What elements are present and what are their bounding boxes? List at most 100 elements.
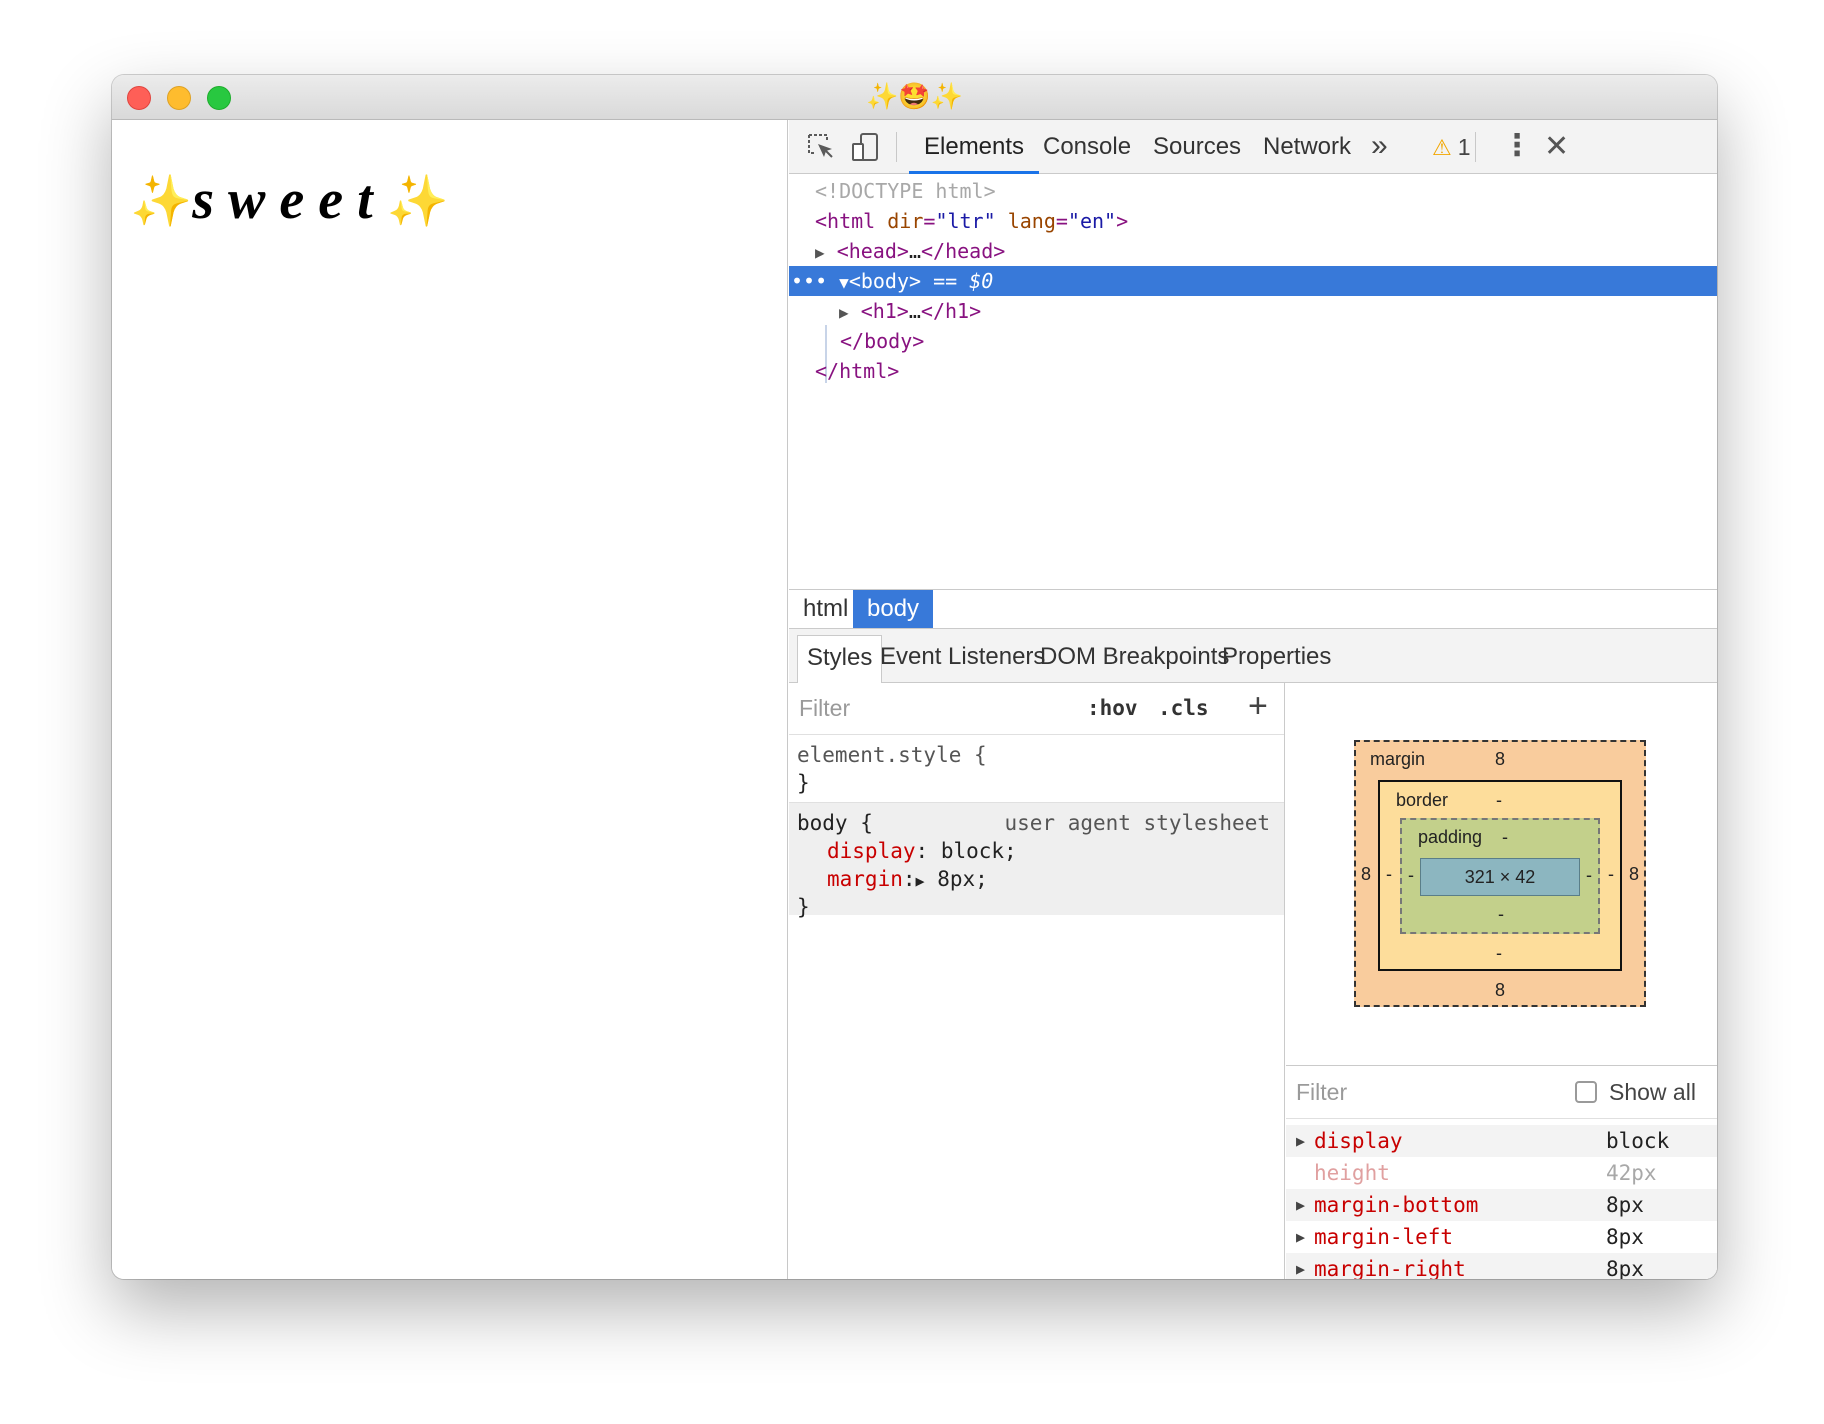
- margin-right-value[interactable]: 8: [1629, 864, 1639, 885]
- title-bar: ✨🤩✨: [112, 75, 1717, 120]
- device-toolbar-icon[interactable]: [849, 131, 881, 163]
- styles-filter-bar: Filter :hov .cls +: [789, 683, 1284, 735]
- tab-network[interactable]: Network: [1263, 120, 1351, 174]
- padding-left-value[interactable]: -: [1408, 865, 1414, 886]
- element-style-rule: element.style { }: [789, 735, 1284, 803]
- computed-property-value: 8px: [1606, 1193, 1644, 1217]
- hover-state-toggle[interactable]: :hov: [1087, 683, 1138, 733]
- dir-attribute: dir: [887, 209, 924, 233]
- border-top-value[interactable]: -: [1496, 790, 1502, 811]
- show-all-checkbox[interactable]: [1575, 1081, 1597, 1103]
- inspect-element-icon[interactable]: [805, 131, 837, 163]
- toolbar-divider: [1475, 132, 1476, 162]
- margin-left-value[interactable]: 8: [1361, 864, 1371, 885]
- computed-filter-input[interactable]: Filter: [1296, 1066, 1347, 1118]
- box-model-content[interactable]: 321 × 42: [1420, 858, 1580, 896]
- html-bracket: >: [1116, 209, 1129, 233]
- dom-node-doctype[interactable]: <!DOCTYPE html>: [789, 176, 1717, 206]
- box-model-diagram: margin 8 8 8 8 border - - - - padding -: [1354, 740, 1646, 1007]
- dom-tree: <!DOCTYPE html> <html dir="ltr" lang="en…: [789, 174, 1717, 589]
- dom-node-body-close[interactable]: </body>: [789, 326, 1717, 356]
- collapse-caret-icon[interactable]: ▼: [839, 273, 849, 292]
- padding-bottom-value[interactable]: -: [1498, 904, 1504, 925]
- computed-row[interactable]: ▶ margin-left 8px: [1286, 1221, 1717, 1253]
- dom-node-html-close[interactable]: </html>: [789, 356, 1717, 386]
- element-style-line: element.style {: [797, 741, 1276, 769]
- expand-caret-icon[interactable]: ▶: [839, 303, 849, 322]
- computed-row[interactable]: height 42px: [1286, 1157, 1717, 1189]
- warnings-counter[interactable]: ⚠ 1: [1432, 120, 1471, 174]
- margin-bottom-value[interactable]: 8: [1495, 980, 1505, 1001]
- border-left-value[interactable]: -: [1386, 864, 1392, 885]
- margin-property[interactable]: margin: [827, 867, 903, 891]
- styles-filter-input[interactable]: Filter: [799, 683, 850, 733]
- doctype-text: <!DOCTYPE html>: [815, 179, 996, 203]
- tab-console[interactable]: Console: [1043, 120, 1131, 174]
- element-style-selector[interactable]: element.style {: [797, 743, 987, 767]
- more-tabs-icon[interactable]: »: [1371, 120, 1388, 174]
- border-right-value[interactable]: -: [1608, 864, 1614, 885]
- new-rule-icon[interactable]: +: [1248, 683, 1268, 729]
- close-brace: }: [797, 895, 810, 919]
- padding-right-value[interactable]: -: [1586, 865, 1592, 886]
- padding-top-value[interactable]: -: [1502, 827, 1508, 848]
- more-options-icon[interactable]: ⋮: [1502, 120, 1532, 174]
- dom-node-head[interactable]: ▶ <head>…</head>: [789, 236, 1717, 266]
- margin-top-value[interactable]: 8: [1495, 749, 1505, 770]
- page-viewport: ✨sweet✨: [112, 120, 788, 1279]
- sparkle-icon: ✨: [386, 172, 449, 230]
- margin-value[interactable]: 8px;: [937, 867, 988, 891]
- computed-property-value: block: [1606, 1129, 1670, 1153]
- sidebar-tabs: Styles Event Listeners DOM Breakpoints P…: [789, 629, 1717, 683]
- computed-row[interactable]: ▶ margin-bottom 8px: [1286, 1189, 1717, 1221]
- margin-declaration: margin:▶ 8px;: [827, 867, 988, 891]
- computed-property-name: margin-left: [1314, 1225, 1454, 1249]
- close-devtools-icon[interactable]: ✕: [1544, 120, 1569, 174]
- expand-caret-icon[interactable]: ▶: [916, 872, 925, 890]
- body-open-tag: <body>: [848, 269, 922, 293]
- expand-caret-icon[interactable]: ▶: [1296, 1221, 1305, 1253]
- heading-text: sweet: [192, 169, 387, 231]
- expand-caret-icon[interactable]: ▶: [1296, 1125, 1305, 1157]
- h1-open-tag: <h1>: [860, 299, 909, 323]
- breadcrumb-body[interactable]: body: [853, 590, 934, 628]
- tab-sources[interactable]: Sources: [1153, 120, 1241, 174]
- dom-node-body[interactable]: ••• ▼<body> == $0: [789, 266, 1717, 296]
- box-model-margin[interactable]: margin 8 8 8 8 border - - - - padding -: [1354, 740, 1646, 1007]
- breadcrumb-html[interactable]: html: [789, 590, 862, 628]
- body-selector: body {: [797, 811, 873, 835]
- computed-row[interactable]: ▶ display block: [1286, 1125, 1717, 1157]
- node-actions-icon[interactable]: •••: [791, 269, 827, 293]
- border-bottom-value[interactable]: -: [1496, 943, 1502, 964]
- dir-value: "ltr": [935, 209, 996, 233]
- dom-node-h1[interactable]: ▶ <h1>…</h1>: [789, 296, 1717, 326]
- computed-filter-bar: Filter Show all: [1286, 1065, 1717, 1119]
- class-toggle[interactable]: .cls: [1158, 683, 1209, 733]
- warning-icon: ⚠: [1432, 135, 1452, 160]
- browser-window: ✨🤩✨ ✨sweet✨ Elements Console Sources Net…: [112, 75, 1717, 1279]
- expand-caret-icon[interactable]: ▶: [815, 243, 825, 262]
- body-ua-rule: body {user agent stylesheet display: blo…: [789, 803, 1284, 919]
- computed-row[interactable]: ▶ margin-right 8px: [1286, 1253, 1717, 1279]
- display-value[interactable]: block;: [941, 839, 1017, 863]
- html-open-tag: <html: [815, 209, 876, 233]
- expand-caret-icon[interactable]: ▶: [1296, 1189, 1305, 1221]
- head-open-tag: <head>: [836, 239, 909, 263]
- tab-dom-breakpoints[interactable]: DOM Breakpoints: [1031, 635, 1238, 683]
- tab-properties[interactable]: Properties: [1213, 635, 1340, 683]
- dom-node-html[interactable]: <html dir="ltr" lang="en">: [789, 206, 1717, 236]
- tab-event-listeners[interactable]: Event Listeners: [871, 635, 1054, 683]
- devtools-toolbar: Elements Console Sources Network » ⚠ 1 ⋮ …: [789, 120, 1717, 174]
- expand-caret-icon[interactable]: ▶: [1296, 1253, 1305, 1279]
- collapsed-ellipsis: …: [908, 239, 921, 263]
- show-all-label[interactable]: Show all: [1609, 1066, 1696, 1118]
- tab-elements[interactable]: Elements: [909, 120, 1040, 174]
- tab-styles[interactable]: Styles: [797, 635, 883, 683]
- box-model-border[interactable]: border - - - - padding - - - - 321 × 42: [1378, 780, 1622, 971]
- styles-pane: Filter :hov .cls + element.style { } bod…: [789, 683, 1285, 1279]
- computed-property-value: 42px: [1606, 1161, 1657, 1185]
- display-property[interactable]: display: [827, 839, 916, 863]
- body-selector-line: body {user agent stylesheet: [797, 809, 1276, 837]
- box-model-padding[interactable]: padding - - - - 321 × 42: [1400, 818, 1600, 934]
- computed-property-value: 8px: [1606, 1257, 1644, 1279]
